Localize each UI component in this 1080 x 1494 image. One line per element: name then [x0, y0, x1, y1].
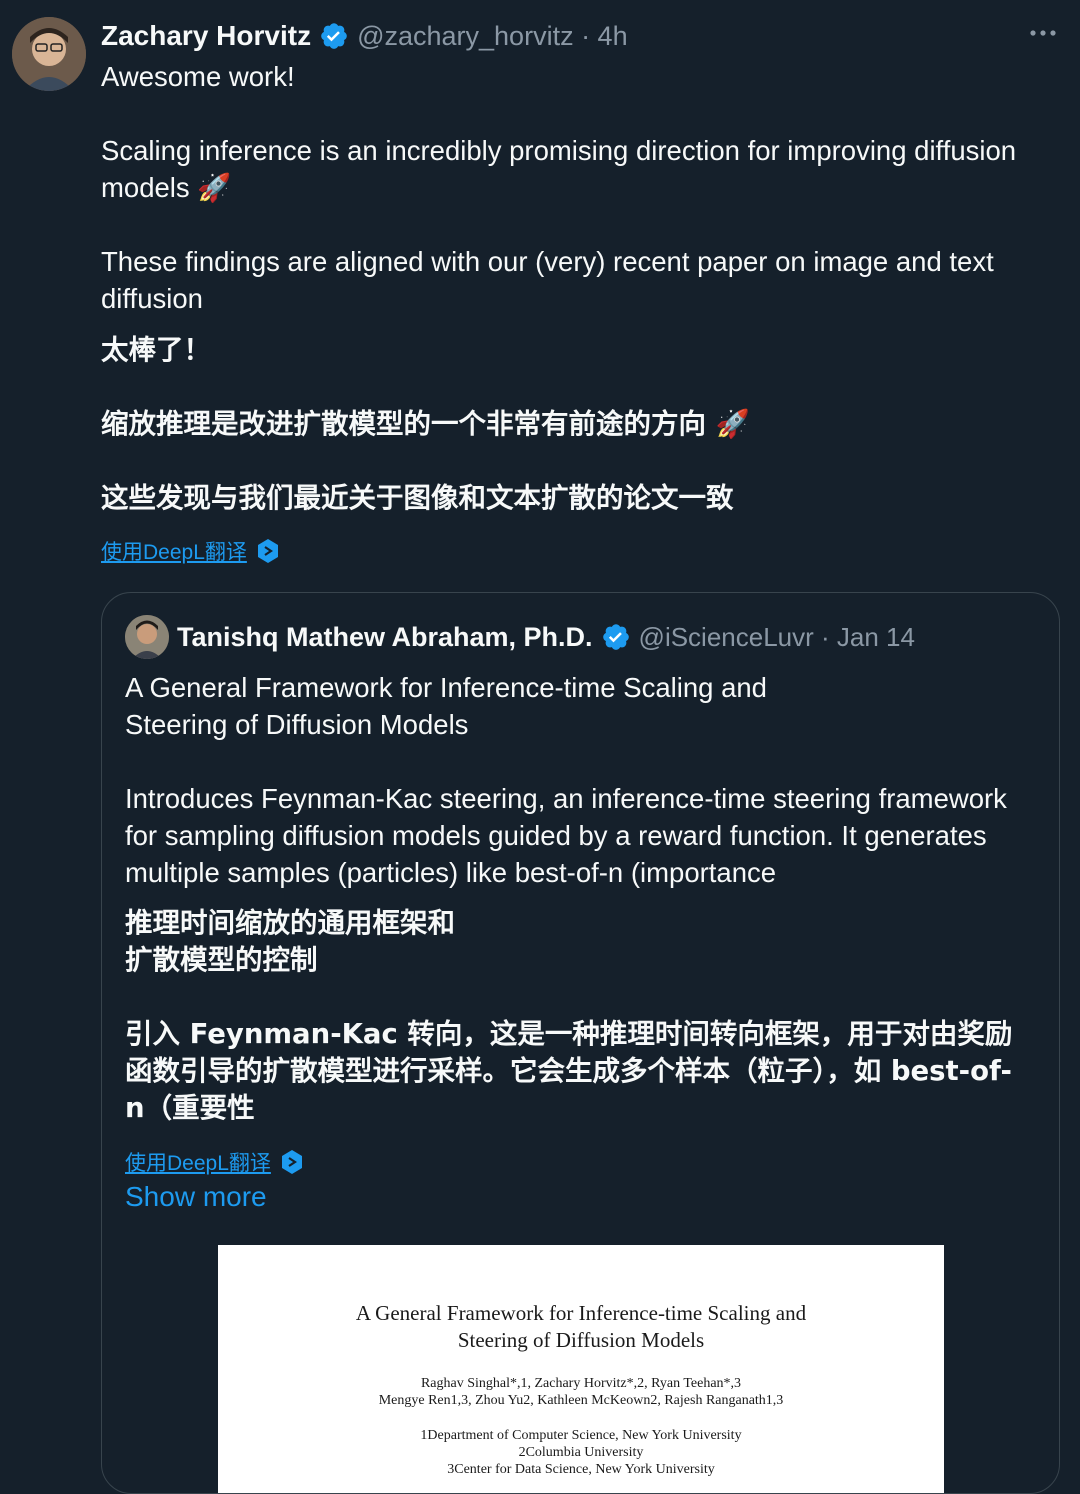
quoted-translate-link-label[interactable]: 使用DeepL翻译: [125, 1147, 271, 1177]
more-options-icon[interactable]: [1028, 18, 1058, 48]
paper-preview-image[interactable]: A General Framework for Inference-time S…: [218, 1245, 944, 1493]
paper-authors-line: Raghav Singhal*,1, Zachary Horvitz*,2, R…: [420, 1376, 742, 1391]
author-handle-time[interactable]: @zachary_horvitz · 4h: [357, 21, 628, 52]
paper-affiliations: 1Department of Computer Science, New Yor…: [218, 1427, 944, 1478]
tweet-text: Awesome work! Scaling inference is an in…: [101, 61, 1017, 314]
paper-authors-line: Mengye Ren1,3, Zhou Yu2, Kathleen McKeow…: [378, 1393, 784, 1408]
translate-link-label[interactable]: 使用DeepL翻译: [101, 536, 247, 566]
quoted-translate-link[interactable]: 使用DeepL翻译: [125, 1147, 305, 1177]
quoted-tweet-translation: 推理时间缩放的通用框架和 扩散模型的控制 引入 Feynman-Kac 转向，这…: [125, 907, 1013, 1124]
quoted-avatar[interactable]: [125, 615, 169, 659]
paper-title: A General Framework for Inference-time S…: [218, 1300, 944, 1354]
paper-title-line: A General Framework for Inference-time S…: [355, 1301, 807, 1325]
paper-affiliation: 2Columbia University: [518, 1445, 644, 1460]
quoted-tweet-card[interactable]: Tanishq Mathew Abraham, Ph.D. @iScienceL…: [101, 592, 1060, 1494]
verified-badge-icon: [601, 622, 631, 652]
deepl-icon: [279, 1149, 305, 1175]
translate-link[interactable]: 使用DeepL翻译: [101, 536, 281, 566]
show-more-link[interactable]: Show more: [125, 1181, 267, 1213]
deepl-icon: [255, 538, 281, 564]
tweet-header: Zachary Horvitz @zachary_horvitz · 4h: [101, 18, 628, 54]
tweet-translation: 太棒了！ 缩放推理是改进扩散模型的一个非常有前途的方向 🚀 这些发现与我们最近关…: [101, 334, 750, 514]
verified-badge-icon: [319, 21, 349, 51]
paper-authors: Raghav Singhal*,1, Zachary Horvitz*,2, R…: [218, 1375, 944, 1409]
quoted-tweet-header: Tanishq Mathew Abraham, Ph.D. @iScienceL…: [125, 615, 915, 659]
avatar[interactable]: [12, 17, 86, 91]
quoted-author-name[interactable]: Tanishq Mathew Abraham, Ph.D.: [177, 622, 593, 653]
quoted-handle-time[interactable]: @iScienceLuvr · Jan 14: [639, 622, 915, 653]
author-name[interactable]: Zachary Horvitz: [101, 20, 311, 52]
paper-affiliation: 3Center for Data Science, New York Unive…: [447, 1462, 715, 1477]
quoted-tweet-text: A General Framework for Inference-time S…: [125, 672, 1007, 888]
paper-title-line: Steering of Diffusion Models: [457, 1328, 705, 1352]
paper-affiliation: 1Department of Computer Science, New Yor…: [420, 1428, 742, 1443]
